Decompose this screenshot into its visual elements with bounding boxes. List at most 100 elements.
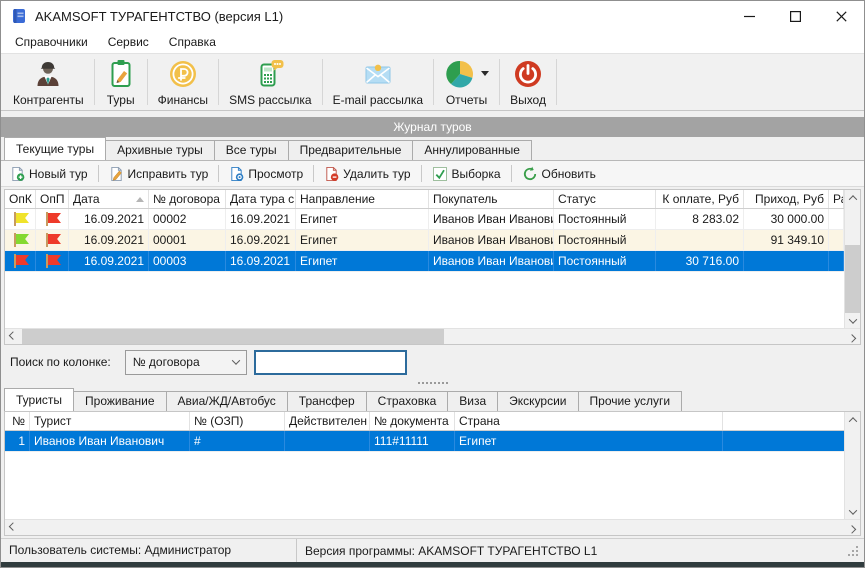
tab-visa[interactable]: Виза bbox=[447, 391, 498, 411]
column-header-num[interactable]: № bbox=[5, 412, 30, 430]
person-icon bbox=[32, 58, 64, 90]
action-label: Новый тур bbox=[29, 167, 88, 181]
scroll-right-button[interactable] bbox=[844, 520, 860, 535]
column-header-income[interactable]: Приход, Руб bbox=[744, 190, 829, 208]
reports-dropdown-icon[interactable] bbox=[481, 71, 489, 76]
scroll-down-button[interactable] bbox=[845, 504, 861, 519]
menu-directories[interactable]: Справочники bbox=[5, 31, 98, 53]
application-window: AKAMSOFT ТУРАГЕНТСТВО (версия L1) Справо… bbox=[0, 0, 865, 568]
resize-grip[interactable] bbox=[848, 546, 860, 558]
refresh-button[interactable]: Обновить bbox=[516, 164, 602, 184]
cell-country: Египет bbox=[455, 431, 723, 451]
tab-current-tours[interactable]: Текущие туры bbox=[4, 137, 106, 160]
splitter-handle[interactable] bbox=[1, 379, 864, 387]
tab-other-services[interactable]: Прочие услуги bbox=[578, 391, 683, 411]
tab-tourists[interactable]: Туристы bbox=[4, 388, 74, 411]
maximize-button[interactable] bbox=[772, 1, 818, 31]
column-header-truncated[interactable]: Ра bbox=[829, 190, 844, 208]
edit-tour-button[interactable]: Исправить тур bbox=[103, 164, 215, 184]
opp-flag-icon bbox=[43, 253, 61, 269]
tab-cancelled[interactable]: Аннулированные bbox=[412, 140, 532, 160]
toolbar-button-label: Контрагенты bbox=[13, 93, 84, 107]
tab-accommodation[interactable]: Проживание bbox=[73, 391, 167, 411]
tour-row-selected[interactable]: 16.09.2021 00003 16.09.2021 Египет Ивано… bbox=[5, 251, 844, 272]
column-header-opk[interactable]: ОпК bbox=[5, 190, 36, 208]
new-tour-button[interactable]: Новый тур bbox=[4, 164, 94, 184]
scroll-down-button[interactable] bbox=[845, 313, 861, 328]
column-header-date[interactable]: Дата bbox=[69, 190, 149, 208]
column-header-valid-until[interactable]: Действителен до bbox=[285, 412, 370, 430]
scroll-left-button[interactable] bbox=[5, 520, 21, 535]
tab-all-tours[interactable]: Все туры bbox=[214, 140, 289, 160]
delete-tour-button[interactable]: Удалить тур bbox=[318, 164, 416, 184]
column-header-country[interactable]: Страна bbox=[455, 412, 723, 430]
email-button[interactable]: E-mail рассылка bbox=[323, 54, 434, 110]
scroll-right-button[interactable] bbox=[844, 329, 860, 344]
exit-button[interactable]: Выход bbox=[500, 54, 556, 110]
tab-excursions[interactable]: Экскурсии bbox=[497, 391, 578, 411]
column-header-opp[interactable]: ОпП bbox=[36, 190, 69, 208]
search-column-select[interactable]: № договора bbox=[125, 350, 247, 375]
column-header-doc-number[interactable]: № документа bbox=[370, 412, 455, 430]
tourists-vertical-scrollbar[interactable] bbox=[844, 412, 860, 519]
minimize-button[interactable] bbox=[726, 1, 772, 31]
cell-contract: 00001 bbox=[149, 230, 226, 250]
tab-preliminary[interactable]: Предварительные bbox=[288, 140, 414, 160]
tour-row[interactable]: 16.09.2021 00001 16.09.2021 Египет Ивано… bbox=[5, 230, 844, 251]
tourists-table-header: № Турист № (ОЗП) Действителен до № докум… bbox=[5, 412, 844, 431]
chevron-up-icon bbox=[849, 195, 857, 203]
tours-vertical-scrollbar[interactable] bbox=[844, 190, 860, 328]
cell-date: 16.09.2021 bbox=[69, 251, 149, 271]
finance-button[interactable]: Финансы bbox=[148, 54, 218, 110]
sms-button[interactable]: SMS рассылка bbox=[219, 54, 322, 110]
search-column-value: № договора bbox=[133, 355, 200, 369]
document-add-icon bbox=[10, 166, 25, 182]
tab-insurance[interactable]: Страховка bbox=[366, 391, 449, 411]
reports-button[interactable]: Отчеты bbox=[434, 54, 499, 110]
maximize-icon bbox=[790, 11, 801, 22]
clipboard-pencil-icon bbox=[105, 58, 137, 90]
column-header-tour-from[interactable]: Дата тура с bbox=[226, 190, 296, 208]
tourists-horizontal-scrollbar[interactable] bbox=[5, 519, 860, 535]
toolbar-button-label: Выход bbox=[510, 93, 546, 107]
checkmark-icon bbox=[432, 166, 448, 182]
tourist-row-selected[interactable]: 1 Иванов Иван Иванович # 111#11111 Египе… bbox=[5, 431, 844, 452]
column-header-buyer[interactable]: Покупатель bbox=[429, 190, 554, 208]
tours-button[interactable]: Туры bbox=[95, 54, 147, 110]
toolbar-separator bbox=[421, 165, 422, 182]
cell-contract: 00003 bbox=[149, 251, 226, 271]
scroll-up-button[interactable] bbox=[845, 412, 861, 427]
tour-row[interactable]: 16.09.2021 00002 16.09.2021 Египет Ивано… bbox=[5, 209, 844, 230]
action-toolbar: Новый тур Исправить тур Просмотр Удалить bbox=[1, 160, 864, 187]
close-button[interactable] bbox=[818, 1, 864, 31]
scroll-up-button[interactable] bbox=[845, 190, 861, 205]
tab-archive-tours[interactable]: Архивные туры bbox=[105, 140, 215, 160]
column-header-status[interactable]: Статус bbox=[554, 190, 656, 208]
column-header-contract[interactable]: № договора bbox=[149, 190, 226, 208]
menu-help[interactable]: Справка bbox=[159, 31, 226, 53]
menu-bar: Справочники Сервис Справка bbox=[1, 31, 864, 53]
refresh-icon bbox=[522, 166, 538, 182]
contractors-button[interactable]: Контрагенты bbox=[3, 54, 94, 110]
toolbar-button-label: E-mail рассылка bbox=[333, 93, 424, 107]
column-header-to-pay[interactable]: К оплате, Руб bbox=[656, 190, 744, 208]
column-header-direction[interactable]: Направление bbox=[296, 190, 429, 208]
column-header-ozp[interactable]: № (ОЗП) bbox=[190, 412, 285, 430]
scroll-left-button[interactable] bbox=[5, 329, 21, 344]
tab-transfer[interactable]: Трансфер bbox=[287, 391, 367, 411]
tab-transport[interactable]: Авиа/ЖД/Автобус bbox=[166, 391, 288, 411]
scrollbar-thumb[interactable] bbox=[22, 329, 444, 344]
cell-num: 1 bbox=[5, 431, 30, 451]
cell-tour-from: 16.09.2021 bbox=[226, 251, 296, 271]
column-header-tourist[interactable]: Турист bbox=[30, 412, 190, 430]
search-input[interactable] bbox=[254, 350, 407, 375]
cell-to-pay: 8 283.02 bbox=[656, 209, 744, 229]
tours-horizontal-scrollbar[interactable] bbox=[5, 328, 860, 344]
view-tour-button[interactable]: Просмотр bbox=[223, 164, 309, 184]
title-bar: AKAMSOFT ТУРАГЕНТСТВО (версия L1) bbox=[1, 1, 864, 31]
cell-income bbox=[744, 251, 829, 271]
menu-service[interactable]: Сервис bbox=[98, 31, 159, 53]
filter-button[interactable]: Выборка bbox=[426, 164, 507, 184]
scrollbar-thumb[interactable] bbox=[845, 245, 860, 313]
main-toolbar: Контрагенты Туры Финансы bbox=[1, 53, 864, 110]
